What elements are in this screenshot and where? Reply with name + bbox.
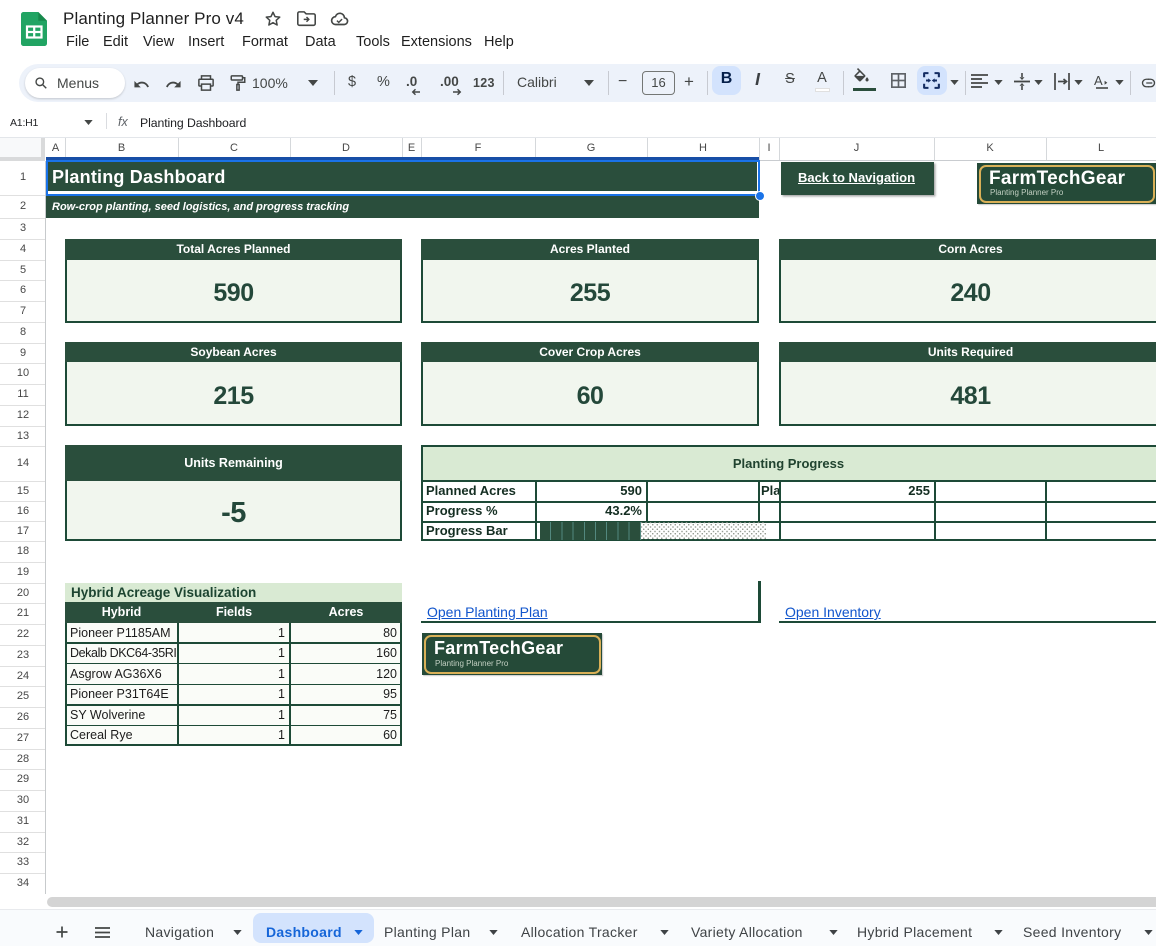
svg-text:A: A <box>1094 74 1103 88</box>
svg-text:fx: fx <box>118 115 128 128</box>
